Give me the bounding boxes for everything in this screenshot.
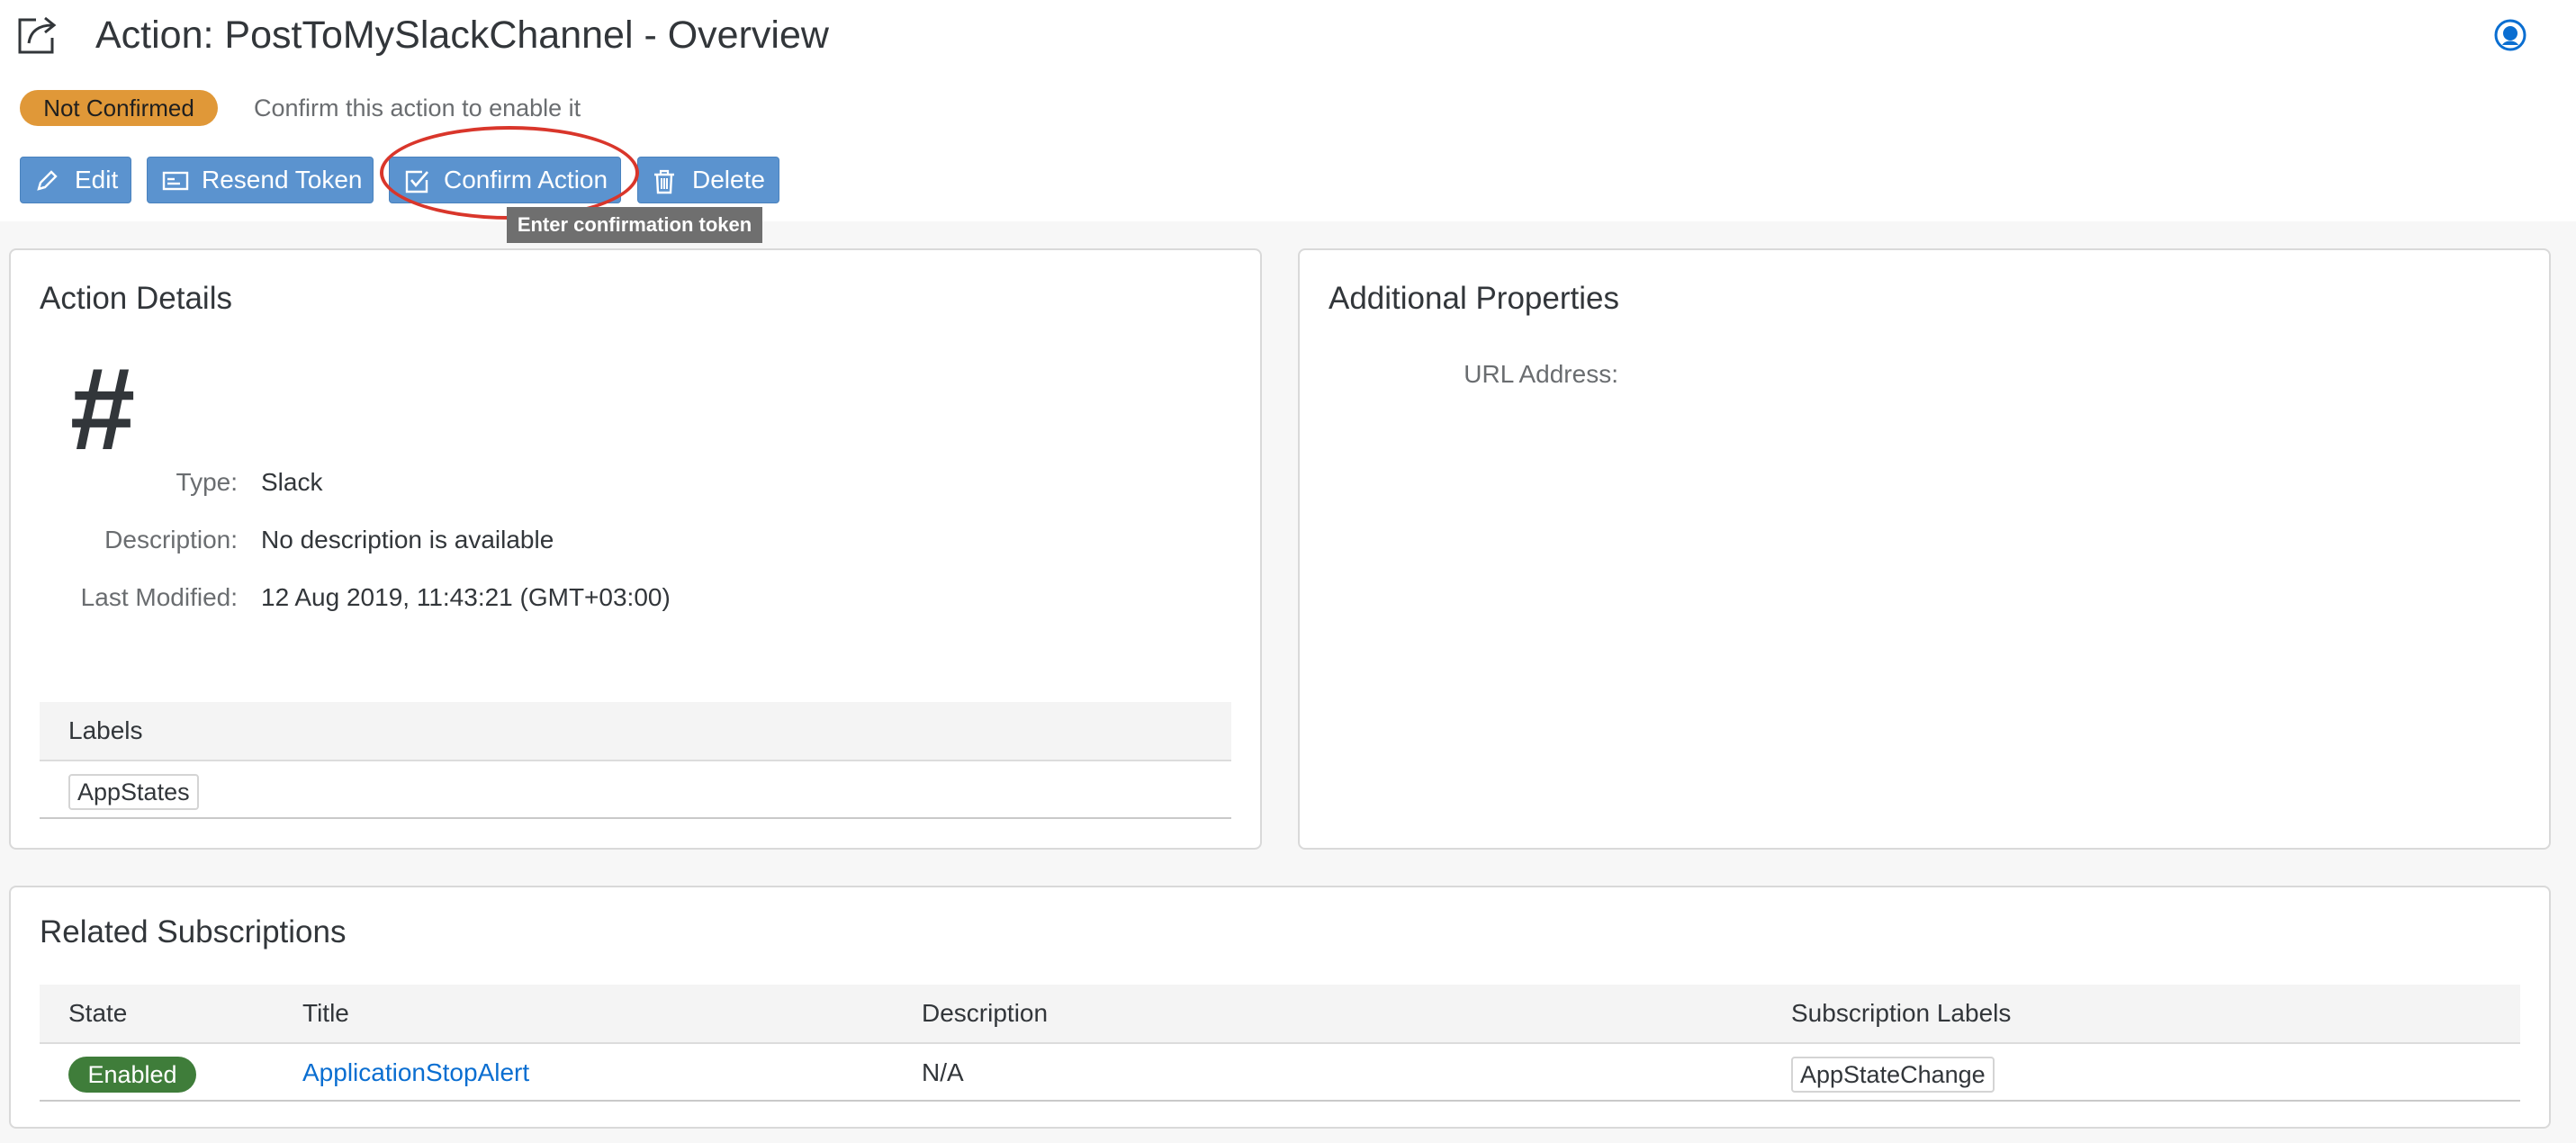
- panel-title: Additional Properties: [1329, 281, 1619, 316]
- page-title: Action: PostToMySlackChannel - Overview: [95, 14, 829, 57]
- type-value: Slack: [261, 468, 323, 496]
- confirm-action-button[interactable]: Confirm Action: [389, 157, 621, 203]
- pencil-icon: [37, 170, 58, 191]
- status-badge: Not Confirmed: [20, 90, 218, 126]
- token-card-icon: [162, 171, 189, 191]
- column-header-subscription-labels: Subscription Labels: [1791, 999, 2012, 1027]
- confirm-action-tooltip: Enter confirmation token: [507, 207, 762, 243]
- url-address-label: URL Address:: [1464, 360, 1618, 388]
- type-label: Type:: [176, 468, 238, 496]
- description-label: Description:: [104, 526, 238, 554]
- user-menu-icon[interactable]: [2493, 18, 2527, 52]
- status-hint: Confirm this action to enable it: [254, 94, 581, 122]
- open-external-icon: [18, 16, 57, 54]
- resend-token-button-label: Resend Token: [202, 166, 363, 194]
- action-details-panel: Action Details # Type: Slack Description…: [9, 248, 1262, 850]
- confirm-action-button-label: Confirm Action: [444, 166, 608, 194]
- subscription-label-token: AppStateChange: [1791, 1057, 1995, 1093]
- panel-title: Related Subscriptions: [40, 914, 347, 950]
- delete-button[interactable]: Delete: [637, 157, 779, 203]
- column-header-description: Description: [922, 999, 1049, 1027]
- edit-button-label: Edit: [75, 166, 119, 194]
- last-modified-value: 12 Aug 2019, 11:43:21 (GMT+03:00): [261, 583, 671, 611]
- additional-properties-panel: Additional Properties URL Address:: [1298, 248, 2551, 850]
- subscription-description: N/A: [922, 1058, 964, 1086]
- checkbox-checked-icon: [405, 170, 428, 194]
- last-modified-label: Last Modified:: [80, 583, 238, 611]
- resend-token-button[interactable]: Resend Token: [147, 157, 374, 203]
- delete-button-label: Delete: [692, 166, 765, 194]
- table-header: State Title Description Subscription Lab…: [40, 985, 2520, 1044]
- labels-header: Labels: [40, 702, 1231, 761]
- panel-title: Action Details: [40, 281, 232, 316]
- page-header: Action: PostToMySlackChannel - Overview …: [0, 0, 2576, 221]
- state-badge: Enabled: [68, 1057, 196, 1093]
- label-token: AppStates: [68, 774, 199, 810]
- edit-button[interactable]: Edit: [20, 157, 131, 203]
- description-value: No description is available: [261, 526, 554, 554]
- table-row: Enabled ApplicationStopAlert N/A AppStat…: [40, 1046, 2520, 1102]
- trash-icon: [654, 169, 674, 194]
- hash-icon: #: [68, 343, 134, 474]
- column-header-state: State: [68, 999, 128, 1027]
- column-header-title: Title: [302, 999, 349, 1027]
- subscription-title-link[interactable]: ApplicationStopAlert: [302, 1055, 529, 1091]
- labels-row: AppStates: [40, 763, 1231, 819]
- labels-header-text: Labels: [68, 716, 143, 744]
- related-subscriptions-panel: Related Subscriptions State Title Descri…: [9, 886, 2551, 1129]
